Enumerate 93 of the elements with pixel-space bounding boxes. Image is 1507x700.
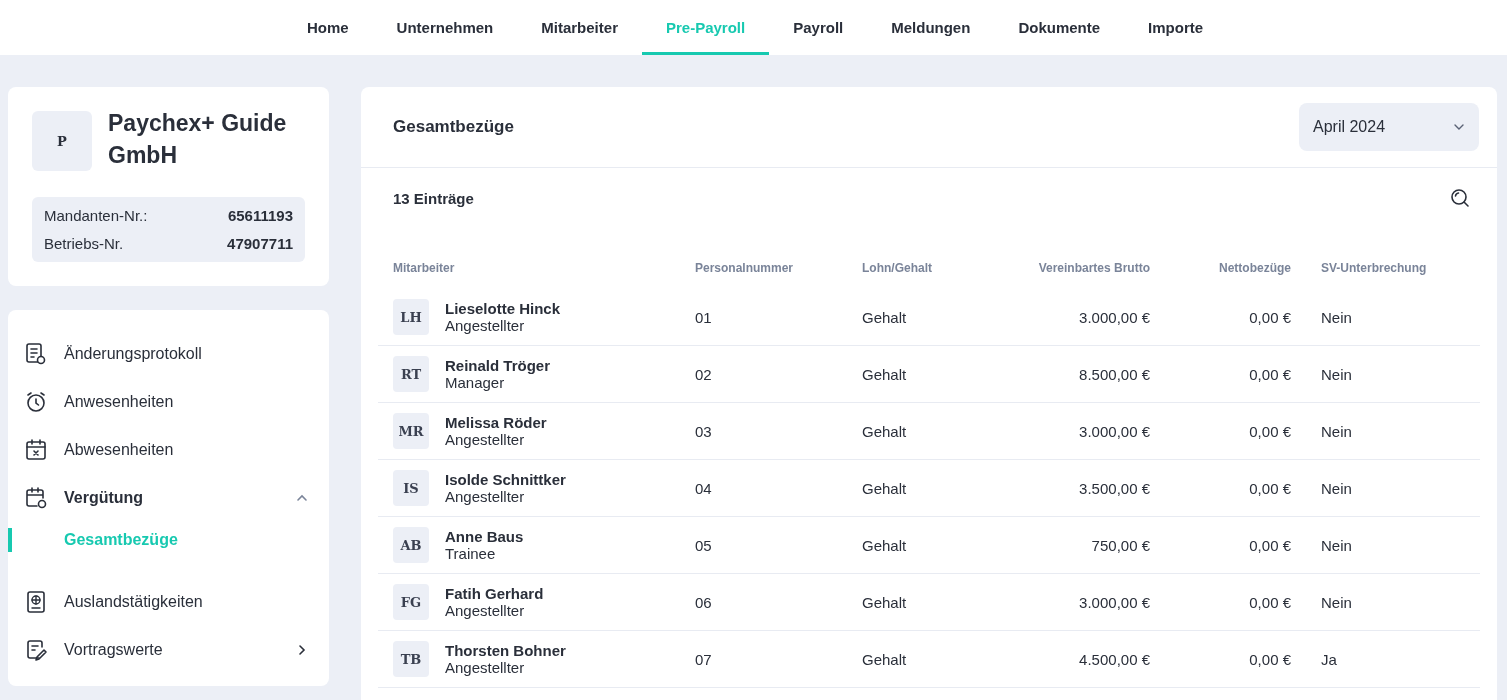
detail-label: Mandanten-Nr.: bbox=[44, 207, 148, 224]
employee-name: Anne Baus bbox=[445, 528, 524, 545]
table-cell-text: 750,00 € bbox=[1090, 536, 1151, 554]
column-header: Vereinbartes Brutto bbox=[1037, 261, 1151, 275]
search-icon bbox=[1449, 187, 1471, 209]
table-cell-text: 8.500,00 € bbox=[1078, 365, 1151, 383]
employee-name: Reinald Tröger bbox=[445, 357, 551, 374]
table-cell-text: Nein bbox=[1320, 593, 1353, 611]
table-cell-text: 06 bbox=[694, 593, 713, 611]
avatar-initials: MR bbox=[393, 413, 429, 449]
passport-icon bbox=[24, 590, 48, 614]
table-cell-text: 0,00 € bbox=[1248, 365, 1292, 383]
table-cell-text: 0,00 € bbox=[1248, 422, 1292, 440]
nav-tab[interactable]: Dokumente bbox=[994, 0, 1125, 55]
active-indicator bbox=[8, 528, 12, 552]
employee-name: Melissa Röder bbox=[445, 414, 547, 431]
table-cell-text: 3.000,00 € bbox=[1078, 593, 1151, 611]
document-pen-icon bbox=[24, 638, 48, 662]
nav-tab[interactable]: Meldungen bbox=[867, 0, 995, 55]
calendar-x-icon bbox=[24, 438, 48, 462]
sidebar-item[interactable]: Vortragswerte bbox=[8, 626, 329, 674]
nav-tab[interactable]: Mitarbeiter bbox=[517, 0, 642, 55]
employee-role: Trainee bbox=[445, 545, 497, 562]
nav-tab[interactable]: Payroll bbox=[769, 0, 868, 55]
column-header: SV-Unterbrechung bbox=[1320, 261, 1428, 275]
table-cell-text: 04 bbox=[694, 479, 713, 497]
employee-name: Thorsten Bohner bbox=[445, 642, 566, 659]
nav-tab[interactable]: Unternehmen bbox=[372, 0, 518, 55]
table-cell-text: 0,00 € bbox=[1248, 479, 1292, 497]
employee-role: Angestellter bbox=[445, 431, 526, 448]
sidebar-item[interactable]: Anwesenheiten bbox=[8, 378, 329, 426]
panel-title: Gesamtbezüge bbox=[393, 117, 514, 137]
table-cell-text: Gehalt bbox=[861, 536, 908, 554]
table-cell-text: Gehalt bbox=[861, 650, 908, 668]
table-cell-text: Nein bbox=[1320, 536, 1353, 554]
sidebar-item[interactable]: Änderungsprotokoll bbox=[8, 330, 329, 378]
table-cell-text: 0,00 € bbox=[1248, 650, 1292, 668]
avatar-initials: AB bbox=[393, 527, 429, 563]
period-dropdown[interactable]: April 2024 bbox=[1299, 103, 1479, 151]
table-cell-text: Gehalt bbox=[861, 308, 908, 326]
table-cell-text: 01 bbox=[694, 308, 713, 326]
table-cell-text: 05 bbox=[694, 536, 713, 554]
employee-role: Angestellter bbox=[445, 317, 526, 334]
employee-role: Angestellter bbox=[445, 659, 526, 676]
table-cell-text: Gehalt bbox=[861, 479, 908, 497]
table-cell-text: Nein bbox=[1320, 365, 1353, 383]
table-cell-text: Nein bbox=[1320, 479, 1353, 497]
avatar-initials: FG bbox=[393, 584, 429, 620]
employee-role: Angestellter bbox=[445, 602, 526, 619]
sidebar-item[interactable]: Vergütung bbox=[8, 474, 329, 522]
table-cell-text: Nein bbox=[1320, 308, 1353, 326]
table-cell-text: 0,00 € bbox=[1248, 536, 1292, 554]
avatar-initials: LH bbox=[393, 299, 429, 335]
table-cell-text: 07 bbox=[694, 650, 713, 668]
company-name: Paychex+ Guide GmbH bbox=[108, 109, 288, 170]
nav-tab[interactable]: Importe bbox=[1124, 0, 1228, 55]
table-cell-text: 3.000,00 € bbox=[1078, 422, 1151, 440]
document-icon bbox=[24, 342, 48, 366]
table-cell-text: 0,00 € bbox=[1248, 308, 1292, 326]
entry-count: 13 Einträge bbox=[393, 189, 474, 207]
employee-name: Fatih Gerhard bbox=[445, 585, 544, 602]
detail-value: 65611193 bbox=[227, 207, 293, 224]
employee-name: Lieselotte Hinck bbox=[445, 300, 561, 317]
search-button[interactable] bbox=[1449, 187, 1471, 209]
detail-value: 47907711 bbox=[227, 235, 293, 252]
column-header: Mitarbeiter bbox=[392, 261, 456, 275]
avatar-initials: TB bbox=[393, 641, 429, 677]
employee-role: Manager bbox=[445, 374, 506, 391]
column-header: Personalnummer bbox=[694, 261, 795, 275]
table-cell-text: Gehalt bbox=[861, 365, 908, 383]
sidebar-item[interactable]: Abwesenheiten bbox=[8, 426, 329, 474]
sidebar-item[interactable]: Auslandstätigkeiten bbox=[8, 578, 329, 626]
avatar-initials: RT bbox=[393, 356, 429, 392]
table-cell-text: 4.500,00 € bbox=[1078, 650, 1151, 668]
table-cell-text: Ja bbox=[1320, 650, 1338, 668]
table-cell-text: 03 bbox=[694, 422, 713, 440]
column-header: Lohn/Gehalt bbox=[861, 261, 933, 275]
employee-name: Isolde Schnittker bbox=[445, 471, 566, 488]
nav-tab[interactable]: Home bbox=[282, 0, 373, 55]
table-cell-text: Nein bbox=[1320, 422, 1353, 440]
company-logo: P bbox=[32, 111, 92, 171]
table-cell-text: 0,00 € bbox=[1248, 593, 1292, 611]
table-cell-text: 02 bbox=[694, 365, 713, 383]
table-cell-text: Gehalt bbox=[861, 593, 908, 611]
avatar-initials: IS bbox=[393, 470, 429, 506]
table-cell-text: 3.500,00 € bbox=[1078, 479, 1151, 497]
column-header: Nettobezüge bbox=[1218, 261, 1292, 275]
table-cell-text: 3.000,00 € bbox=[1078, 308, 1151, 326]
stopwatch-icon bbox=[24, 390, 48, 414]
table-cell-text: Gehalt bbox=[861, 422, 908, 440]
employee-role: Angestellter bbox=[445, 488, 526, 505]
calendar-coin-icon bbox=[24, 486, 48, 510]
detail-label: Betriebs-Nr. bbox=[44, 235, 124, 252]
